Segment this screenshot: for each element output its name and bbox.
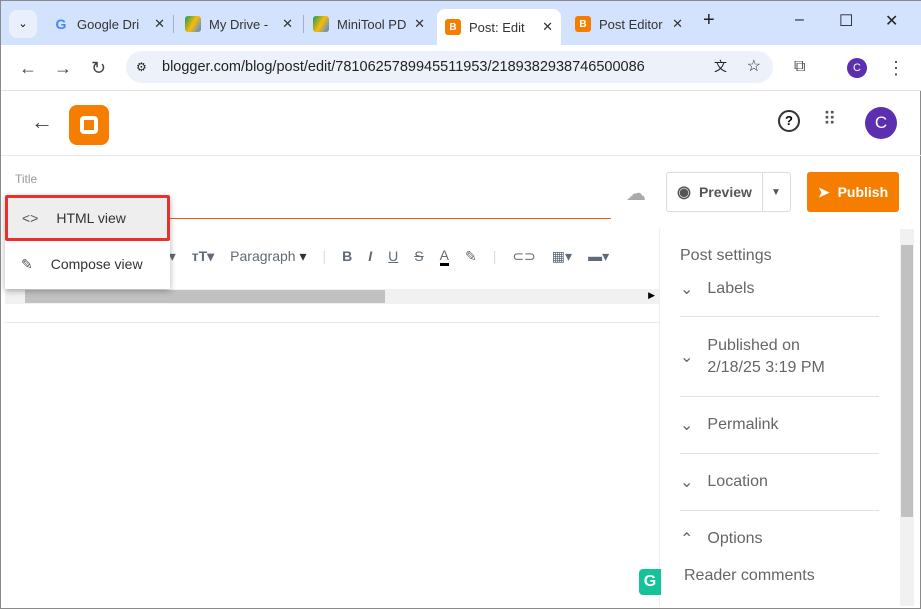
code-icon: <>: [22, 210, 39, 226]
chevron-down-icon: ⌄: [680, 417, 694, 434]
blogger-logo[interactable]: [69, 105, 109, 145]
location-section[interactable]: ⌄ Location: [680, 454, 879, 511]
scrollbar-thumb[interactable]: [25, 290, 385, 303]
chevron-down-icon: ⌄: [680, 474, 694, 491]
image-icon[interactable]: ▦▾: [552, 248, 572, 265]
highlight-icon[interactable]: ✎: [465, 248, 477, 265]
html-view-option[interactable]: <> HTML view: [5, 195, 170, 241]
tab-bar: ⌄ G Google Dri ✕ My Drive - ✕ MiniTool PD ✕ …: [1, 1, 921, 45]
text-color-icon[interactable]: A: [439, 247, 449, 266]
compose-view-option[interactable]: ✎ Compose view: [5, 241, 170, 287]
address-bar-row: ← → ↻ ⚙ blogger.com/blog/post/edit/781062…: [1, 45, 921, 91]
back-icon[interactable]: ←: [19, 58, 37, 79]
tab-my-drive[interactable]: My Drive - ✕: [177, 9, 301, 39]
vertical-scrollbar[interactable]: [900, 229, 914, 606]
help-icon[interactable]: ?: [778, 110, 800, 132]
maximize-button[interactable]: ☐: [839, 11, 853, 31]
menu-kebab-icon[interactable]: ⋮: [887, 58, 905, 79]
tab-search-button[interactable]: ⌄: [9, 10, 37, 38]
post-settings-panel: Post settings ⌄ Labels ⌄ Published on 2/18/…: [659, 229, 900, 606]
strikethrough-icon[interactable]: S: [414, 248, 423, 264]
chevron-down-icon: ⌄: [680, 280, 694, 298]
text-size-icon[interactable]: тT▾: [192, 248, 214, 265]
site-info-icon[interactable]: ⚙: [136, 51, 147, 83]
close-tab-icon[interactable]: ✕: [542, 19, 553, 35]
close-tab-icon[interactable]: ✕: [672, 16, 683, 32]
options-section[interactable]: ⌃ Options: [680, 511, 879, 567]
reload-icon[interactable]: ↻: [91, 58, 106, 79]
preview-button[interactable]: ◉ Preview ▼: [666, 172, 791, 212]
close-tab-icon[interactable]: ✕: [154, 16, 165, 32]
horizontal-scrollbar[interactable]: ▶: [5, 289, 659, 304]
view-mode-menu: <> HTML view ✎ Compose view: [5, 195, 170, 289]
account-avatar[interactable]: C: [865, 107, 897, 139]
labels-section[interactable]: ⌄ Labels: [680, 261, 879, 317]
eye-icon: ◉: [677, 184, 691, 201]
translate-icon[interactable]: 文: [714, 51, 727, 83]
blogger-icon: B: [575, 16, 591, 32]
apps-grid-icon[interactable]: ⠿: [823, 109, 836, 130]
close-window-button[interactable]: ✕: [885, 11, 898, 31]
blogger-icon: B: [445, 19, 461, 35]
published-on-section[interactable]: ⌄ Published on 2/18/25 3:19 PM: [680, 317, 879, 397]
tab-post-edit[interactable]: B Post: Edit ✕: [437, 9, 561, 45]
preview-dropdown-icon[interactable]: ▼: [771, 187, 781, 198]
tab-post-editor[interactable]: B Post Editor ✕: [567, 9, 691, 39]
reader-comments-label: Reader comments: [684, 567, 815, 584]
minimize-button[interactable]: –: [795, 11, 804, 29]
tab-minitool[interactable]: MiniTool PD ✕: [305, 9, 433, 39]
bookmark-star-icon[interactable]: ☆: [747, 51, 761, 83]
drive-icon: [185, 16, 201, 32]
blogger-header: ← ? ⠿ C: [1, 91, 921, 156]
bold-icon[interactable]: B: [342, 248, 352, 264]
url-input[interactable]: ⚙ blogger.com/blog/post/edit/781062578994…: [126, 51, 773, 83]
pencil-icon: ✎: [21, 255, 33, 272]
back-arrow-icon[interactable]: ←: [31, 109, 53, 135]
cloud-saved-icon: ☁: [626, 183, 646, 205]
close-tab-icon[interactable]: ✕: [282, 16, 293, 32]
extensions-icon[interactable]: ⧉: [794, 58, 805, 76]
forward-icon[interactable]: →: [54, 58, 72, 79]
italic-icon[interactable]: I: [368, 248, 372, 264]
close-tab-icon[interactable]: ✕: [414, 16, 425, 32]
publish-button[interactable]: ➤ Publish: [807, 172, 899, 212]
underline-icon[interactable]: U: [388, 248, 398, 264]
formatting-toolbar: ▮▾ тT▾ Paragraph ▾ | B I U S A ✎ | ⊂⊃ ▦▾…: [161, 241, 609, 271]
title-input[interactable]: [131, 218, 611, 219]
send-icon: ➤: [817, 183, 830, 200]
paragraph-dropdown[interactable]: Paragraph ▾: [230, 248, 306, 265]
chevron-down-icon: ⌄: [680, 348, 694, 366]
permalink-section[interactable]: ⌄ Permalink: [680, 397, 879, 454]
new-tab-button[interactable]: +: [703, 9, 715, 32]
link-icon[interactable]: ⊂⊃: [512, 248, 535, 265]
tab-google-drive[interactable]: G Google Dri ✕: [45, 9, 173, 39]
video-icon[interactable]: ▬▾: [588, 248, 609, 265]
chevron-up-icon: ⌃: [680, 531, 694, 548]
drive-icon: [313, 16, 329, 32]
profile-avatar[interactable]: C: [847, 58, 867, 78]
grammarly-icon[interactable]: G: [639, 569, 661, 595]
google-icon: G: [55, 16, 67, 32]
scrollbar-thumb[interactable]: [901, 245, 913, 517]
title-label: Title: [15, 172, 38, 186]
